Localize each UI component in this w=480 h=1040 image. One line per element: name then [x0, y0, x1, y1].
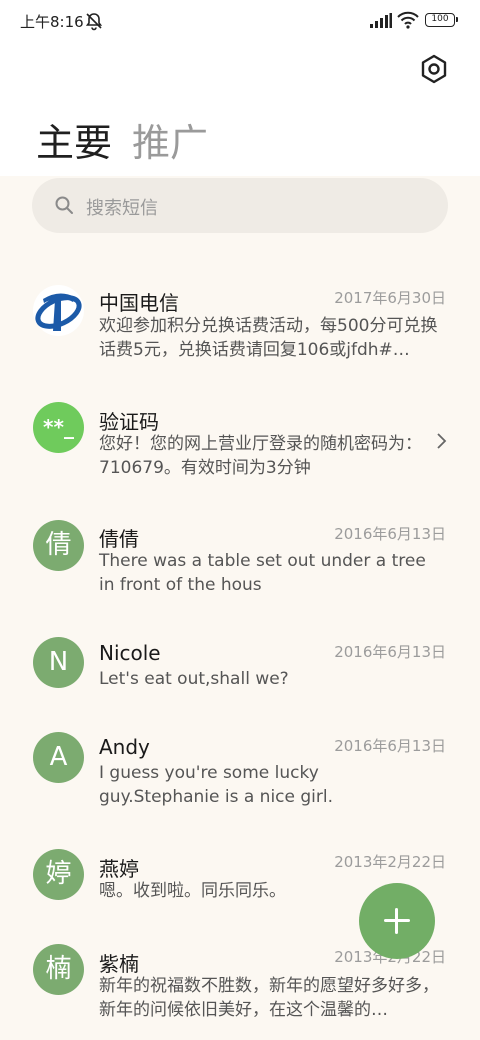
- message-item-qianqian[interactable]: 倩 倩倩 2016年6月13日 There was a table set ou…: [0, 519, 480, 599]
- avatar: 婷: [33, 849, 84, 900]
- sender-name: 验证码: [99, 410, 159, 434]
- message-preview: 您好！您的网上营业厅登录的随机密码为：710679。有效时间为3分钟: [99, 434, 422, 478]
- avatar: **_: [33, 402, 84, 453]
- cell-signal-icon: [370, 13, 392, 28]
- settings-hexagon-icon[interactable]: [418, 53, 450, 85]
- sender-name: 倩倩: [99, 527, 139, 551]
- message-date: 2016年6月13日: [334, 737, 446, 755]
- message-item-china-telecom[interactable]: 中国电信 2017年6月30日 欢迎参加积分兑换话费活动，每500分可兑换话费5…: [0, 283, 480, 363]
- status-time: 上午8:16: [20, 13, 84, 31]
- message-date: 2013年2月22日: [334, 853, 446, 871]
- message-preview: I guess you're some lucky guy.Stephanie …: [99, 763, 334, 807]
- chevron-right-icon[interactable]: [434, 432, 448, 450]
- sender-name: Andy: [99, 735, 150, 759]
- tab-bar: 主要 推广: [36, 112, 228, 167]
- china-telecom-logo-icon: [33, 285, 84, 336]
- message-date: 2017年6月30日: [334, 289, 446, 307]
- compose-button[interactable]: [359, 883, 435, 959]
- search-placeholder: 搜索短信: [86, 198, 158, 219]
- header-area: 上午8:16 100 主要 推广: [0, 0, 480, 176]
- bell-muted-icon: [85, 13, 103, 31]
- avatar: 倩: [33, 520, 84, 571]
- avatar: 楠: [33, 944, 84, 995]
- message-preview: 欢迎参加积分兑换话费活动，每500分可兑换话费5元，兑换话费请回复106或jfd…: [99, 316, 438, 360]
- message-item-nicole[interactable]: N Nicole 2016年6月13日 Let's eat out,shall …: [0, 637, 480, 697]
- battery-icon: 100: [425, 13, 458, 27]
- tab-primary[interactable]: 主要: [36, 112, 112, 167]
- message-preview: There was a table set out under a tree i…: [99, 551, 426, 595]
- search-bar[interactable]: 搜索短信: [32, 178, 448, 233]
- sender-name: Nicole: [99, 641, 161, 665]
- sender-name: 燕婷: [99, 857, 139, 881]
- wifi-icon: [397, 11, 419, 29]
- sender-name: 中国电信: [99, 291, 179, 315]
- message-preview: Let's eat out,shall we?: [99, 669, 289, 689]
- avatar: N: [33, 637, 84, 688]
- message-date: 2016年6月13日: [334, 525, 446, 543]
- message-preview: 新年的祝福数不胜数，新年的愿望好多好多，新年的问候依旧美好，在这个温馨的…: [99, 976, 439, 1020]
- sender-name: 紫楠: [99, 952, 139, 976]
- status-bar: 上午8:16 100: [0, 0, 480, 42]
- message-item-andy[interactable]: A Andy 2016年6月13日 I guess you're some lu…: [0, 731, 480, 811]
- tab-promotions[interactable]: 推广: [132, 112, 208, 167]
- search-icon: [55, 196, 73, 214]
- avatar: A: [33, 732, 84, 783]
- message-item-verification-code[interactable]: **_ 验证码 您好！您的网上营业厅登录的随机密码为：710679。有效时间为3…: [0, 402, 480, 482]
- message-date: 2016年6月13日: [334, 643, 446, 661]
